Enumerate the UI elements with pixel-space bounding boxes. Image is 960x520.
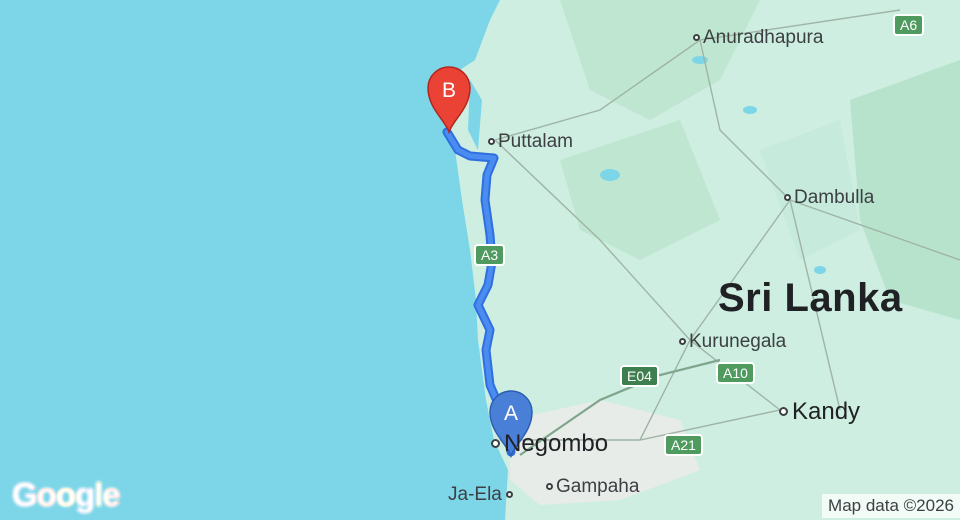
- city-label-puttalam[interactable]: Puttalam: [488, 131, 573, 153]
- city-label-kandy[interactable]: Kandy: [779, 398, 860, 426]
- road-shield-a21: A21: [664, 434, 703, 456]
- city-label-dambulla[interactable]: Dambulla: [784, 187, 874, 209]
- city-dot-icon: [779, 407, 788, 416]
- city-dot-icon: [488, 138, 495, 145]
- city-dot-icon: [784, 194, 791, 201]
- city-name: Anuradhapura: [703, 27, 824, 48]
- reservoir: [600, 169, 620, 181]
- city-name: Gampaha: [556, 476, 640, 497]
- map-attribution[interactable]: Map data ©2026: [822, 494, 960, 518]
- reservoir: [814, 266, 826, 274]
- city-dot-icon: [491, 439, 500, 448]
- city-label-negombo[interactable]: Negombo: [491, 430, 608, 458]
- city-name: Kandy: [792, 398, 861, 425]
- road-shield-a6: A6: [893, 14, 925, 36]
- city-label-ja-ela[interactable]: Ja-Ela: [448, 484, 513, 506]
- city-dot-icon: [679, 338, 686, 345]
- country-label: Sri Lanka: [718, 276, 903, 320]
- marker-label: B: [442, 79, 456, 102]
- city-label-kurunegala[interactable]: Kurunegala: [679, 331, 786, 353]
- city-name: Dambulla: [794, 187, 875, 208]
- road-shield-e04: E04: [620, 365, 659, 387]
- city-label-gampaha[interactable]: Gampaha: [546, 476, 639, 498]
- city-dot-icon: [693, 34, 700, 41]
- reservoir: [743, 106, 757, 114]
- city-name: Puttalam: [498, 131, 573, 152]
- city-label-anuradhapura[interactable]: Anuradhapura: [693, 27, 823, 49]
- google-logo[interactable]: Google: [12, 476, 121, 514]
- road-shield-a3: A3: [474, 244, 506, 266]
- road-shield-a10: A10: [716, 362, 755, 384]
- city-name: Negombo: [504, 430, 609, 457]
- city-name: Ja-Ela: [448, 484, 502, 505]
- marker-label: A: [504, 402, 518, 425]
- city-dot-icon: [546, 483, 553, 490]
- city-dot-icon: [505, 491, 513, 498]
- map-canvas[interactable]: B A Anuradhapura Puttalam Dambulla Kurun…: [0, 0, 960, 520]
- city-name: Kurunegala: [689, 331, 787, 352]
